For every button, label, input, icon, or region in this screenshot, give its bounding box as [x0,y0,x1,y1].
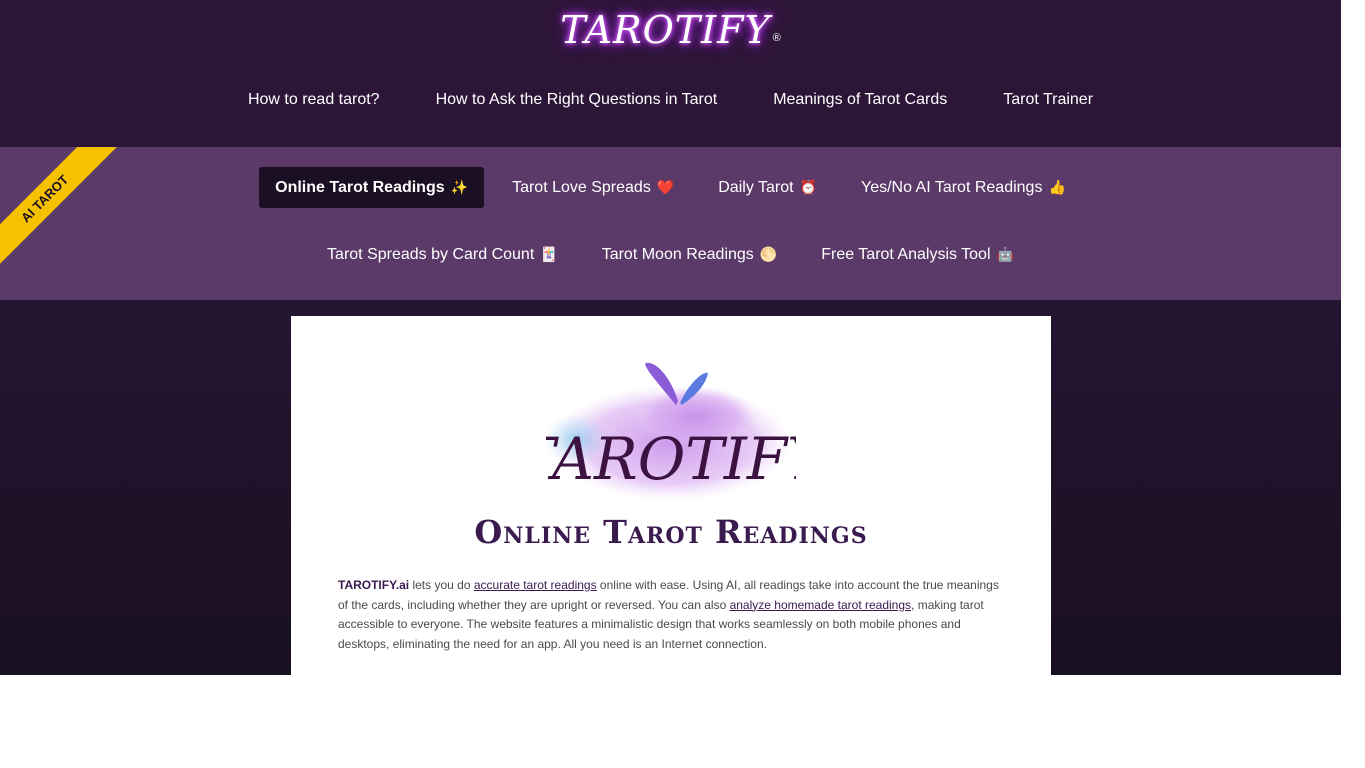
sub-nav-row-1: Online Tarot Readings ✨ Tarot Love Spread… [0,167,1341,208]
sparkles-icon: ✨ [450,179,469,195]
content-card: TAROTIFY Online Tarot Readings TAROTIFY.… [291,316,1051,675]
tab-label: Yes/No AI Tarot Readings [860,179,1043,196]
intro-text-1: lets you do [409,578,474,592]
tab-daily-tarot[interactable]: Daily Tarot ⏰ [702,167,833,208]
page: TAROTIFY ® How to read tarot? How to Ask … [0,0,1341,675]
robot-icon: 🤖 [996,246,1014,262]
nav-link-how-to-read-tarot[interactable]: How to read tarot? [248,90,380,110]
alarm-clock-icon: ⏰ [799,179,817,195]
tab-free-tarot-analysis[interactable]: Free Tarot Analysis Tool 🤖 [805,234,1030,275]
tab-label: Tarot Spreads by Card Count [327,246,535,263]
analyze-homemade-link[interactable]: analyze homemade tarot readings [730,598,911,612]
tab-online-tarot-readings[interactable]: Online Tarot Readings ✨ [259,167,485,208]
intro-paragraph: TAROTIFY.ai lets you do accurate tarot r… [338,576,1006,654]
top-header: TAROTIFY ® How to read tarot? How to Ask … [0,0,1341,147]
tab-label: Daily Tarot [718,179,794,196]
full-moon-icon: 🌕 [759,246,778,262]
sub-nav: AI TAROT Online Tarot Readings ✨ Tarot Lo… [0,147,1341,300]
page-title: Online Tarot Readings [474,513,868,551]
nav-link-tarot-trainer[interactable]: Tarot Trainer [1003,90,1093,110]
brand-name: TAROTIFY.ai [338,578,410,592]
accurate-readings-link[interactable]: accurate tarot readings [474,578,597,592]
tab-label: Online Tarot Readings [275,179,445,196]
tarotify-hero-logo: TAROTIFY [546,362,796,501]
tab-label: Free Tarot Analysis Tool [821,246,991,263]
tab-tarot-moon-readings[interactable]: Tarot Moon Readings 🌕 [586,234,794,275]
registered-mark: ® [772,32,781,44]
thumbs-up-icon: 👍 [1048,179,1066,195]
nav-link-card-meanings[interactable]: Meanings of Tarot Cards [773,90,947,110]
logo-text[interactable]: TAROTIFY [560,8,770,52]
hero-logo-text: TAROTIFY [546,425,796,493]
main-nav: How to read tarot? How to Ask the Right … [0,90,1341,110]
tab-tarot-love-spreads[interactable]: Tarot Love Spreads ❤️ [496,167,690,208]
heart-icon: ❤️ [656,179,675,195]
main-content: TAROTIFY Online Tarot Readings TAROTIFY.… [0,300,1341,675]
site-logo[interactable]: TAROTIFY ® [0,8,1341,52]
tab-label: Tarot Love Spreads [512,179,651,196]
nav-link-right-questions[interactable]: How to Ask the Right Questions in Tarot [436,90,718,110]
tab-label: Tarot Moon Readings [601,246,754,263]
sub-nav-row-2: Tarot Spreads by Card Count 🃏 Tarot Moon … [0,234,1341,275]
card-icon: 🃏 [540,246,558,262]
tab-spreads-by-card-count[interactable]: Tarot Spreads by Card Count 🃏 [311,234,574,275]
tab-yes-no-ai-tarot[interactable]: Yes/No AI Tarot Readings 👍 [845,167,1082,208]
